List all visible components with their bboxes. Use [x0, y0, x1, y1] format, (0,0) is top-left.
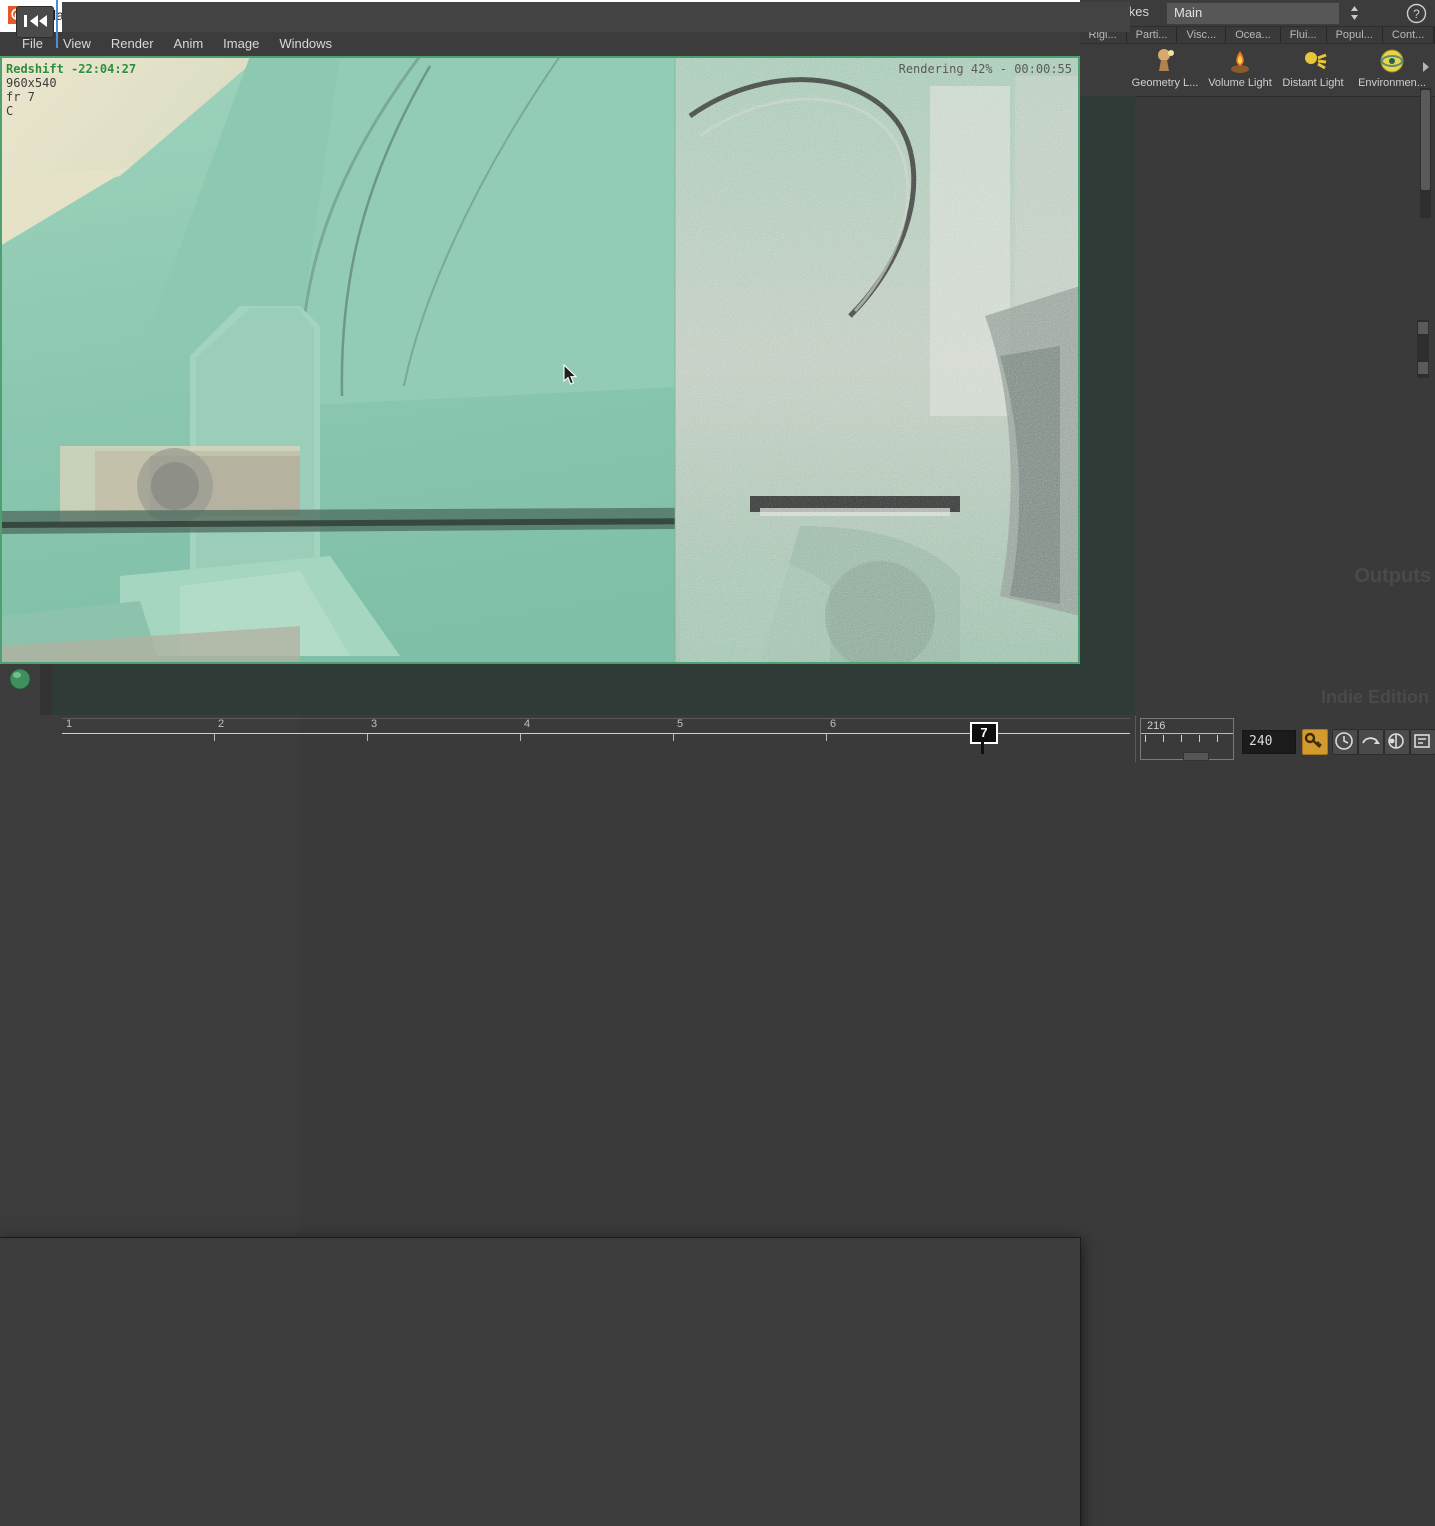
keyframe-mode-button[interactable] [1358, 729, 1384, 755]
tick-label-3: 3 [371, 718, 378, 730]
shelf-item-label: Volume Light [1208, 77, 1272, 89]
shelf-tab-containers[interactable]: Cont... [1382, 27, 1435, 43]
playbar-options-button[interactable] [1410, 729, 1435, 755]
mplay-window[interactable]: MPlay - Redshift -21:58:* File View Rend… [0, 0, 1080, 1526]
lower-scrollbar[interactable] [1417, 320, 1429, 378]
outputs-watermark: Outputs [1354, 565, 1431, 587]
tick-label-4: 4 [524, 718, 531, 730]
distant-light-icon [1298, 46, 1328, 76]
tick-label-2: 2 [218, 718, 225, 730]
set-key-button[interactable] [1302, 729, 1328, 755]
tick-mark-6 [826, 733, 827, 741]
tick-label-6: 6 [830, 718, 837, 730]
tick-mark-2 [214, 733, 215, 741]
shelf-item-geometry-light[interactable]: Geometry L... [1128, 46, 1202, 89]
tick-mark-4 [520, 733, 521, 741]
mplay-menu-render[interactable]: Render [101, 32, 164, 55]
tick-label-5: 5 [677, 718, 684, 730]
frame-range-slider[interactable]: 216 [1140, 718, 1234, 761]
end-frame-field[interactable]: 240 [1242, 730, 1296, 754]
playhead-stem [981, 740, 984, 754]
shelf-tab-oceans[interactable]: Ocea... [1226, 27, 1281, 43]
shelf-tab-fluids[interactable]: Flui... [1280, 27, 1327, 43]
take-spinner[interactable] [1346, 3, 1363, 23]
tick-label-1: 1 [66, 718, 73, 730]
svg-text:?: ? [1413, 7, 1420, 21]
shelf-scroll-right-icon[interactable] [1421, 60, 1431, 79]
rendered-car-image [0, 56, 1080, 664]
indie-edition-watermark: Indie Edition [1321, 687, 1429, 707]
scope-button[interactable] [1384, 729, 1410, 755]
parameter-scrollbar[interactable] [1420, 88, 1431, 218]
shelf-tab-populate[interactable]: Popul... [1326, 27, 1383, 43]
tick-mark-5 [673, 733, 674, 741]
mplay-menu-windows[interactable]: Windows [269, 32, 342, 55]
shelf-item-distant-light[interactable]: Distant Light [1276, 46, 1350, 89]
shelf-item-label: Geometry L... [1131, 77, 1199, 89]
shelf-tab-viscous[interactable]: Visc... [1177, 27, 1227, 43]
mplay-menu-anim[interactable]: Anim [164, 32, 214, 55]
shelf-tab-particlefluids[interactable]: Parti... [1126, 27, 1178, 43]
jump-to-start-button[interactable] [16, 6, 54, 38]
mouse-cursor [563, 363, 579, 391]
mplay-menu-image[interactable]: Image [213, 32, 269, 55]
render-image-view[interactable]: Redshift -22:04:27 960x540 fr 7 C Render… [0, 56, 1080, 664]
shelf-item-volume-light[interactable]: Volume Light [1203, 46, 1277, 89]
tick-mark-3 [367, 733, 368, 741]
take-value: Main [1174, 5, 1203, 20]
range-tick-label: 216 [1147, 720, 1166, 732]
timeline-ruler[interactable] [62, 2, 1130, 32]
playbar-divider [56, 0, 58, 48]
end-frame-value: 240 [1249, 734, 1273, 749]
auto-key-button[interactable] [1332, 729, 1358, 755]
shelf-item-label: Distant Light [1282, 77, 1344, 89]
playhead-frame-indicator[interactable]: 7 [970, 722, 998, 744]
mplay-menu-view[interactable]: View [53, 32, 101, 55]
environment-light-icon [1377, 46, 1407, 76]
geometry-light-icon [1150, 46, 1180, 76]
tool-green-sphere-2[interactable] [5, 664, 35, 694]
range-slider-handle[interactable] [1183, 752, 1209, 761]
volume-light-icon [1225, 46, 1255, 76]
take-selector[interactable]: Main [1166, 2, 1340, 25]
help-circle-icon[interactable]: ? [1406, 3, 1427, 24]
mplay-menu-bar: File View Render Anim Image Windows [0, 32, 1080, 88]
